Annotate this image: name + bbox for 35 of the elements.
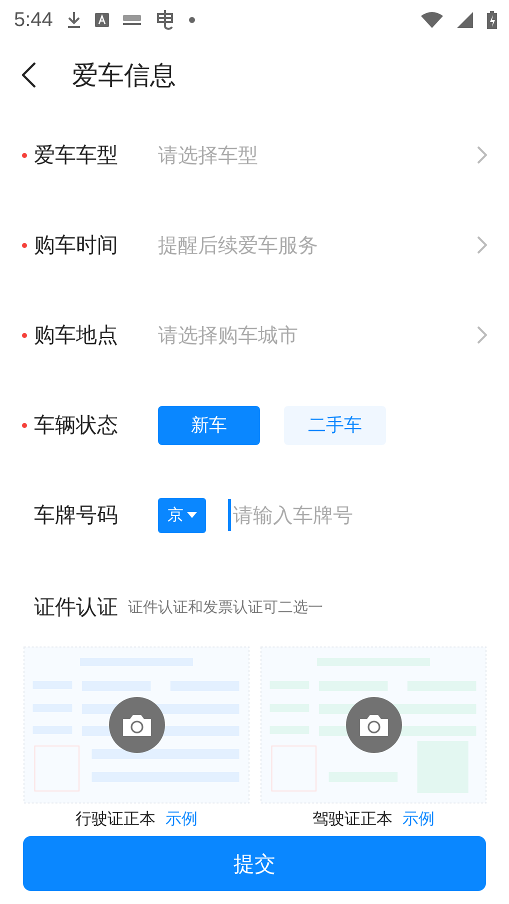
download-icon [66, 11, 81, 29]
field-label: 爱车车型 [34, 142, 119, 169]
app-notification-icon [94, 13, 109, 27]
camera-icon [360, 714, 388, 736]
dot-icon [188, 17, 195, 23]
card-caption: 驾驶证正本 [312, 808, 392, 830]
example-link[interactable]: 示例 [402, 808, 434, 830]
option-button[interactable]: 新车 [158, 406, 260, 444]
field-label: 车牌号码 [34, 502, 119, 529]
battery-charging-icon [487, 11, 497, 29]
field-label: 车辆状态 [34, 412, 119, 439]
section-hint: 证件认证和发票认证可二选一 [128, 598, 323, 616]
caret-icon [186, 512, 196, 518]
card-caption: 行驶证正本 [76, 808, 156, 830]
status-time: 5:44 [14, 8, 53, 32]
example-link[interactable]: 示例 [166, 808, 198, 830]
page-title: 爱车信息 [72, 60, 176, 92]
field-label: 购车时间 [34, 232, 119, 259]
section-title: 证件认证 [34, 594, 118, 621]
submit-button[interactable]: 提交 [23, 836, 486, 891]
select-field[interactable]: 请选择车型 [158, 142, 477, 168]
back-icon[interactable] [22, 62, 36, 88]
field-label: 购车地点 [34, 322, 119, 349]
camera-icon [122, 714, 150, 736]
select-field[interactable]: 请选择购车城市 [158, 322, 477, 348]
option-button[interactable]: 二手车 [284, 406, 386, 444]
signal-icon [457, 12, 473, 28]
chevron-right-icon [477, 236, 487, 254]
province-dropdown[interactable]: 京 [158, 498, 206, 532]
chevron-right-icon [477, 146, 487, 164]
select-field[interactable]: 提醒后续爱车服务 [158, 232, 477, 258]
keyboard-icon [122, 15, 141, 25]
wifi-icon [421, 12, 443, 28]
chevron-right-icon [477, 326, 487, 344]
bug-icon [154, 9, 175, 31]
